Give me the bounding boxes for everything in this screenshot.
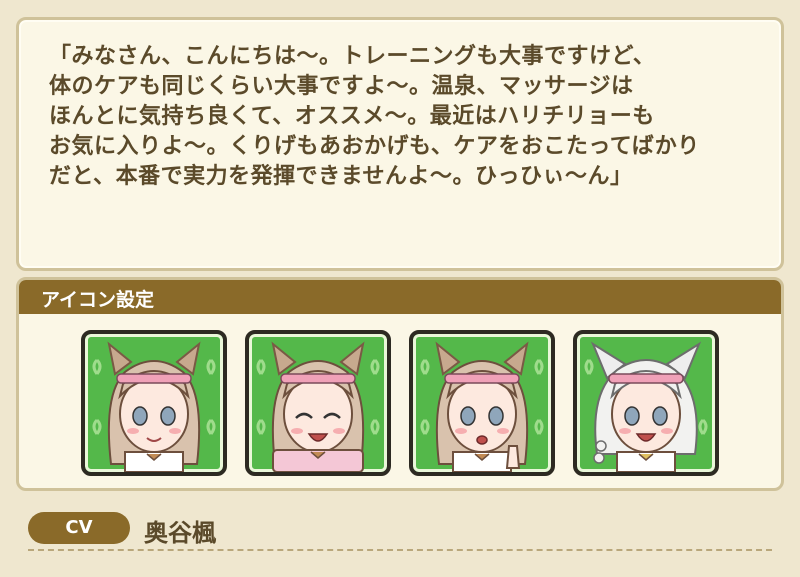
character-portrait-icon <box>92 341 216 472</box>
icon-list <box>81 330 719 476</box>
dashed-divider <box>28 549 772 551</box>
voice-actor-name: 奥谷楓 <box>144 519 216 547</box>
icon-settings-title: アイコン設定 <box>41 289 155 311</box>
character-quote: 「みなさん、こんにちは～。トレーニングも大事ですけど、 体のケアも同じくらい大事… <box>49 44 700 189</box>
icon-option-laugh[interactable] <box>245 330 391 476</box>
icon-option-alt-outfit[interactable] <box>573 330 719 476</box>
character-portrait-icon <box>584 341 708 472</box>
character-portrait-icon <box>420 341 544 472</box>
icon-option-smile[interactable] <box>81 330 227 476</box>
icon-settings-panel: アイコン設定 <box>16 277 784 491</box>
quote-box: 「みなさん、こんにちは～。トレーニングも大事ですけど、 体のケアも同じくらい大事… <box>16 17 784 271</box>
cv-label-badge: CV <box>28 512 130 544</box>
character-portrait-icon <box>256 341 380 472</box>
cv-row: CV 奥谷楓 <box>28 512 784 547</box>
icon-option-pointing[interactable] <box>409 330 555 476</box>
icon-settings-header: アイコン設定 <box>19 280 781 314</box>
